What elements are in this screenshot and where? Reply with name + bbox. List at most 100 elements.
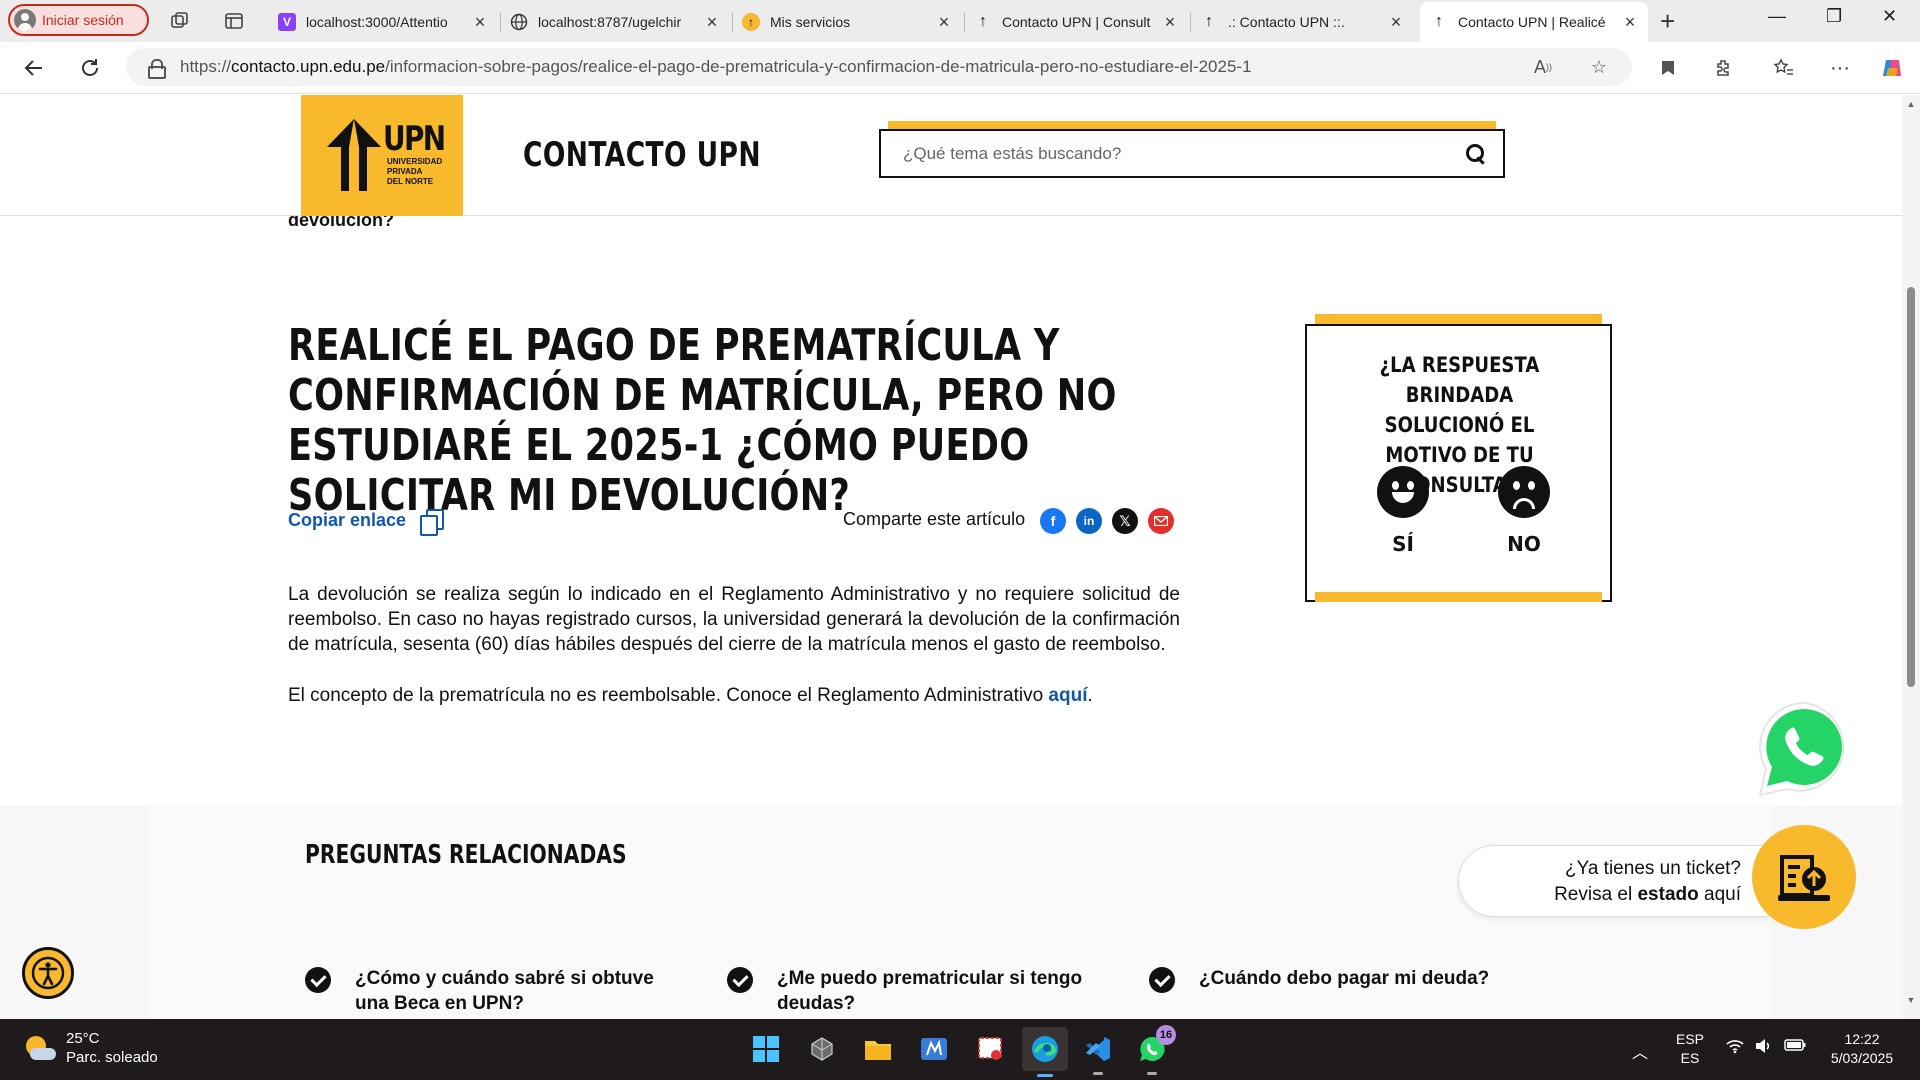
feedback-yes-button[interactable]: SÍ — [1368, 466, 1438, 556]
volume-icon[interactable] — [1754, 1038, 1772, 1059]
tab-title: Contacto UPN | Realicé — [1458, 14, 1606, 30]
upn-logo-icon: ↑ — [1205, 13, 1213, 30]
folder-icon — [865, 1041, 891, 1060]
tab-contacto-upn-alt[interactable]: ↑ .: Contacto UPN ::. × — [1190, 4, 1414, 40]
article-body: La devolución se realiza según lo indica… — [288, 582, 1180, 708]
search-input[interactable] — [903, 143, 1465, 164]
article-paragraph: La devolución se realiza según lo indica… — [288, 584, 1180, 655]
read-aloud-icon[interactable]: A)) — [1532, 56, 1554, 78]
search-icon[interactable] — [1465, 143, 1487, 165]
tab-close-icon[interactable]: × — [1388, 12, 1404, 33]
reglamento-link[interactable]: aquí — [1048, 685, 1087, 706]
tab-close-icon[interactable]: × — [1622, 12, 1638, 33]
start-button[interactable] — [746, 1029, 786, 1069]
site-title[interactable]: CONTACTO UPN — [523, 135, 761, 175]
tab-contacto-upn-realice-active[interactable]: ↑ Contacto UPN | Realicé × — [1420, 2, 1648, 42]
collections-icon[interactable] — [1654, 54, 1682, 82]
tab-close-icon[interactable]: × — [936, 12, 952, 33]
feedback-widget: ¿LA RESPUESTA BRINDADA SOLUCIONÓ EL MOTI… — [1305, 324, 1612, 602]
favorite-star-icon[interactable]: ☆ — [1588, 56, 1610, 78]
taskbar-whatsapp[interactable]: 16 — [1132, 1025, 1176, 1075]
accessibility-icon — [31, 956, 65, 990]
vertical-tabs-icon[interactable] — [222, 9, 246, 33]
ticket-status-pill[interactable]: ¿Ya tienes un ticket? Revisa el estado a… — [1458, 845, 1798, 917]
upn-arrow-icon — [327, 119, 381, 191]
weather-widget[interactable]: 25°C Parc. soleado — [24, 1029, 158, 1067]
related-question-item[interactable]: ¿Cuándo debo pagar mi deuda? — [1149, 966, 1509, 993]
whatsapp-button[interactable] — [1752, 697, 1856, 801]
weather-temp: 25°C — [66, 1030, 100, 1047]
upn-logo[interactable]: UPN UNIVERSIDAD PRIVADA DEL NORTE — [301, 95, 463, 216]
input-language[interactable]: ESP ES — [1672, 1030, 1708, 1068]
feedback-no-button[interactable]: NO — [1489, 466, 1559, 556]
x-share-icon[interactable]: 𝕏 — [1112, 508, 1138, 534]
new-tab-button[interactable]: + — [1660, 6, 1675, 37]
tab-close-icon[interactable]: × — [1162, 12, 1178, 33]
workspaces-icon[interactable] — [168, 9, 192, 33]
address-bar[interactable]: https://contacto.upn.edu.pe/informacion-… — [126, 48, 1632, 86]
refresh-icon[interactable] — [76, 54, 104, 82]
minimize-icon[interactable]: — — [1768, 6, 1786, 27]
copy-icon — [418, 507, 445, 536]
share-label: Comparte este artículo — [843, 509, 1026, 529]
related-question-text: ¿Cuándo debo pagar mi deuda? — [1199, 968, 1490, 989]
taskbar-vscode[interactable] — [1078, 1029, 1118, 1075]
taskbar-edge[interactable] — [1022, 1027, 1068, 1077]
tab-close-icon[interactable]: × — [704, 12, 720, 33]
scroll-thumb[interactable] — [1907, 287, 1915, 687]
snipping-tool-icon — [978, 1037, 1002, 1060]
logo-text: UPN — [383, 119, 446, 159]
ticket-upload-icon — [1778, 855, 1830, 901]
email-share-icon[interactable] — [1148, 508, 1174, 534]
copilot-icon[interactable] — [1878, 54, 1906, 82]
url-text: https://contacto.upn.edu.pe/informacion-… — [180, 57, 1252, 76]
check-icon — [727, 967, 753, 993]
favorites-icon[interactable] — [1770, 54, 1798, 82]
page-scrollbar[interactable]: ▲ ▼ — [1902, 95, 1920, 1019]
restore-icon[interactable]: ❐ — [1826, 6, 1842, 27]
clock[interactable]: 12:22 5/03/2025 — [1822, 1030, 1902, 1068]
page-viewport: UPN UNIVERSIDAD PRIVADA DEL NORTE CONTAC… — [0, 95, 1902, 1019]
related-question-text: ¿Cómo y cuándo sabré si obtuve una Beca … — [355, 968, 654, 1014]
edge-icon — [1032, 1036, 1058, 1062]
tray-chevron-up-icon[interactable]: ︿ — [1632, 1039, 1648, 1063]
vite-icon: V — [278, 13, 296, 31]
tab-localhost-8787[interactable]: localhost:8787/ugelchir × — [500, 4, 730, 40]
windows-taskbar: 25°C Parc. soleado 16 ︿ ESP ES 12:22 5/0… — [0, 1019, 1920, 1080]
scroll-down-icon[interactable]: ▼ — [1906, 995, 1916, 1005]
upn-logo-icon: ↑ — [1435, 13, 1443, 30]
close-window-icon[interactable]: ✕ — [1882, 6, 1897, 27]
taskbar-app-blue[interactable] — [914, 1029, 954, 1069]
scroll-up-icon[interactable]: ▲ — [1906, 99, 1916, 109]
check-icon — [1149, 967, 1175, 993]
related-title: PREGUNTAS RELACIONADAS — [305, 840, 627, 870]
taskbar-file-explorer[interactable] — [858, 1029, 898, 1069]
profile-label: Iniciar sesión — [42, 12, 124, 28]
extensions-icon[interactable] — [1710, 54, 1738, 82]
tab-contacto-upn-consult[interactable]: ↑ Contacto UPN | Consult × — [964, 4, 1188, 40]
related-question-item[interactable]: ¿Me puedo prematricular si tengo deudas? — [727, 966, 1087, 1016]
linkedin-share-icon[interactable]: in — [1076, 508, 1102, 534]
taskbar-snipping-tool[interactable] — [970, 1029, 1010, 1069]
search-accent-bar — [888, 121, 1496, 129]
happy-face-icon — [1377, 466, 1429, 518]
accessibility-button[interactable] — [22, 947, 74, 999]
battery-icon[interactable] — [1784, 1038, 1806, 1057]
tab-title: localhost:8787/ugelchir — [538, 14, 682, 30]
ticket-upload-button[interactable] — [1752, 825, 1856, 929]
tab-mis-servicios[interactable]: ↑ Mis servicios × — [732, 4, 962, 40]
more-options-icon[interactable]: ··· — [1826, 54, 1854, 82]
facebook-share-icon[interactable]: f — [1040, 508, 1066, 534]
ticket-text: ¿Ya tienes un ticket? Revisa el estado a… — [1554, 858, 1741, 905]
taskbar-app-cube[interactable] — [802, 1029, 842, 1069]
tab-close-icon[interactable]: × — [472, 12, 488, 33]
related-question-item[interactable]: ¿Cómo y cuándo sabré si obtuve una Beca … — [305, 966, 665, 1016]
tab-localhost-3000[interactable]: V localhost:3000/Attentio × — [268, 4, 498, 40]
browser-toolbar: https://contacto.upn.edu.pe/informacion-… — [0, 42, 1920, 94]
back-arrow-icon[interactable] — [20, 54, 48, 82]
wifi-icon[interactable] — [1726, 1038, 1744, 1059]
article-title: REALICÉ EL PAGO DE PREMATRÍCULA Y CONFIR… — [288, 320, 1117, 521]
globe-icon — [510, 13, 528, 31]
profile-button[interactable]: Iniciar sesión — [8, 4, 149, 36]
copy-link-button[interactable]: Copiar enlace — [288, 507, 445, 536]
